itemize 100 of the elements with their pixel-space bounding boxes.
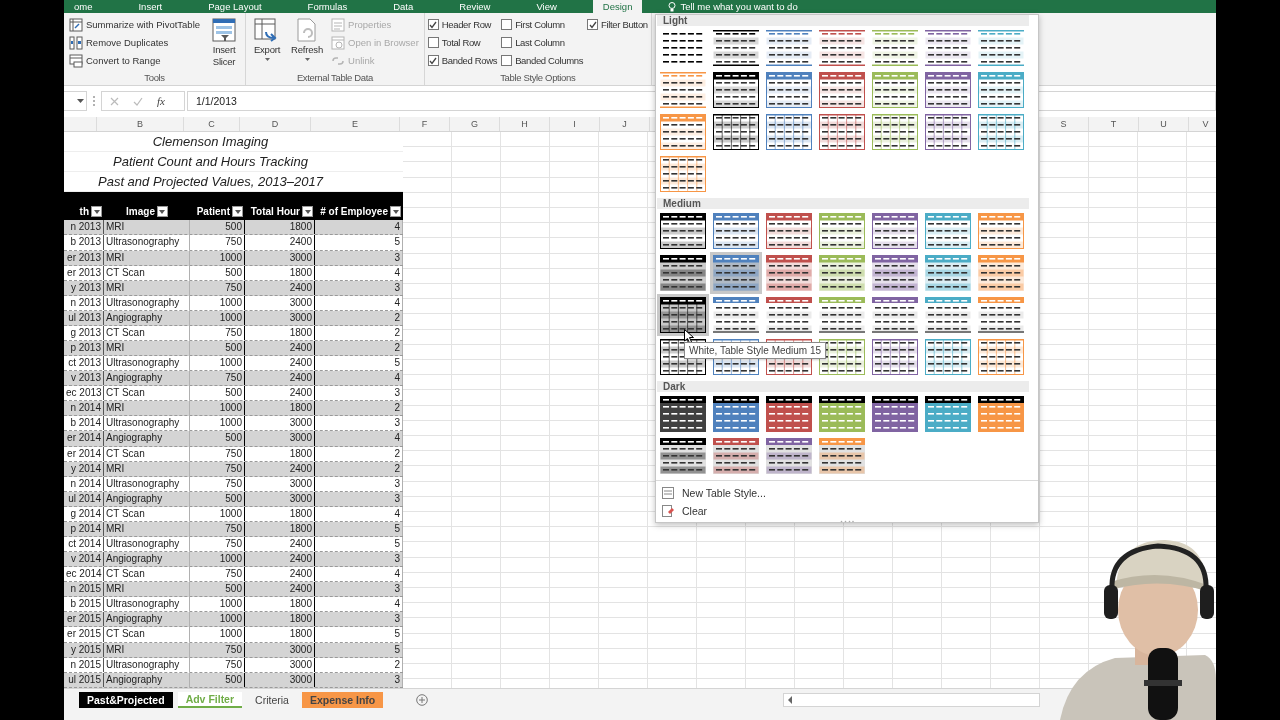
table-cell: g 2013 bbox=[64, 325, 104, 340]
table-cell: 750 bbox=[190, 371, 245, 386]
table-cell: 2400 bbox=[245, 235, 315, 250]
table-cell: 5 bbox=[315, 627, 403, 642]
table-cell: 1800 bbox=[245, 325, 315, 340]
table-cell: Angiography bbox=[104, 552, 190, 567]
table-cell: 1800 bbox=[245, 401, 315, 416]
table-cell: 3000 bbox=[245, 310, 315, 325]
table-cell: Ultrasonography bbox=[104, 416, 190, 431]
table-cell: Ultrasonography bbox=[104, 235, 190, 250]
table-cell: 4 bbox=[315, 220, 403, 235]
table-cell: 750 bbox=[190, 325, 245, 340]
table-cell: 1000 bbox=[190, 356, 245, 371]
table-cell: 1000 bbox=[190, 627, 245, 642]
table-cell: 750 bbox=[190, 642, 245, 657]
table-cell: 500 bbox=[190, 431, 245, 446]
section-heading: Medium bbox=[663, 198, 701, 209]
table-cell: 500 bbox=[190, 220, 245, 235]
table-cell: MRI bbox=[104, 341, 190, 356]
table-cell: ec 2014 bbox=[64, 567, 104, 582]
table-cell: 1800 bbox=[245, 506, 315, 521]
table-cell: er 2013 bbox=[64, 250, 104, 265]
table-cell: 750 bbox=[190, 657, 245, 672]
sheet-title: Patient Count and Hours Tracking bbox=[113, 153, 308, 169]
table-cell: 4 bbox=[315, 265, 403, 280]
table-cell: Angiography bbox=[104, 612, 190, 627]
table-cell: 500 bbox=[190, 672, 245, 687]
column-letter: J bbox=[622, 119, 627, 129]
table-cell: CT Scan bbox=[104, 265, 190, 280]
table-cell: MRI bbox=[104, 521, 190, 536]
group-label: Tools bbox=[144, 72, 165, 83]
column-letter: E bbox=[352, 119, 358, 129]
table-cell: 1800 bbox=[245, 627, 315, 642]
table-cell: 1000 bbox=[190, 612, 245, 627]
column-letter: T bbox=[1110, 119, 1117, 129]
table-cell: Ultrasonography bbox=[104, 537, 190, 552]
table-cell: 3000 bbox=[245, 295, 315, 310]
column-letter: V bbox=[1202, 119, 1209, 129]
table-cell: MRI bbox=[104, 461, 190, 476]
table-cell: 2 bbox=[315, 401, 403, 416]
table-cell: 500 bbox=[190, 386, 245, 401]
table-cell: n 2014 bbox=[64, 401, 104, 416]
table-cell: 2400 bbox=[245, 537, 315, 552]
table-cell: v 2013 bbox=[64, 371, 104, 386]
column-letter: F bbox=[421, 119, 428, 129]
table-cell: 3 bbox=[315, 280, 403, 295]
table-cell: CT Scan bbox=[104, 506, 190, 521]
column-letter: C bbox=[208, 119, 215, 129]
tooltip: White, Table Style Medium 15 bbox=[684, 342, 827, 359]
table-cell: 1800 bbox=[245, 521, 315, 536]
table-cell: MRI bbox=[104, 401, 190, 416]
table-cell: y 2015 bbox=[64, 642, 104, 657]
table-cell: 750 bbox=[190, 446, 245, 461]
table-cell: 3000 bbox=[245, 657, 315, 672]
column-letter: I bbox=[573, 119, 576, 129]
table-cell: 4 bbox=[315, 371, 403, 386]
table-cell: MRI bbox=[104, 220, 190, 235]
table-cell: 750 bbox=[190, 567, 245, 582]
table-cell: 5 bbox=[315, 356, 403, 371]
table-cell: v 2014 bbox=[64, 552, 104, 567]
table-cell: 3 bbox=[315, 582, 403, 597]
table-cell: 2 bbox=[315, 341, 403, 356]
table-cell: MRI bbox=[104, 582, 190, 597]
table-cell: CT Scan bbox=[104, 627, 190, 642]
table-cell: 2 bbox=[315, 325, 403, 340]
table-cell: b 2014 bbox=[64, 416, 104, 431]
table-cell: 1000 bbox=[190, 310, 245, 325]
table-cell: 3000 bbox=[245, 476, 315, 491]
table-cell: 750 bbox=[190, 537, 245, 552]
table-cell: 2 bbox=[315, 446, 403, 461]
table-cell: 2 bbox=[315, 657, 403, 672]
table-cell: 2400 bbox=[245, 582, 315, 597]
table-cell: CT Scan bbox=[104, 386, 190, 401]
table-cell: Angiography bbox=[104, 431, 190, 446]
sheet-title: Past and Projected Values, 2013–2017 bbox=[98, 173, 323, 189]
table-cell: b 2013 bbox=[64, 235, 104, 250]
table-cell: 2 bbox=[315, 461, 403, 476]
table-cell: MRI bbox=[104, 642, 190, 657]
column-letter: B bbox=[137, 119, 143, 129]
table-cell: 1800 bbox=[245, 220, 315, 235]
column-header: # of Employee bbox=[320, 206, 388, 218]
table-cell: 2400 bbox=[245, 552, 315, 567]
table-cell: 1000 bbox=[190, 401, 245, 416]
table-cell: 1000 bbox=[190, 416, 245, 431]
table-cell: 4 bbox=[315, 506, 403, 521]
table-cell: 1000 bbox=[190, 597, 245, 612]
table-cell: 1800 bbox=[245, 446, 315, 461]
column-header: Total Hour bbox=[250, 206, 300, 218]
table-cell: 3000 bbox=[245, 250, 315, 265]
table-cell: er 2014 bbox=[64, 431, 104, 446]
column-header: th bbox=[79, 206, 89, 218]
table-cell: 3 bbox=[315, 250, 403, 265]
table-cell: MRI bbox=[104, 280, 190, 295]
table-cell: n 2014 bbox=[64, 476, 104, 491]
column-letter: S bbox=[1060, 119, 1067, 129]
table-cell: er 2015 bbox=[64, 627, 104, 642]
table-cell: 1000 bbox=[190, 295, 245, 310]
table-cell: 2 bbox=[315, 310, 403, 325]
table-cell: ul 2015 bbox=[64, 672, 104, 687]
table-cell: 1800 bbox=[245, 597, 315, 612]
